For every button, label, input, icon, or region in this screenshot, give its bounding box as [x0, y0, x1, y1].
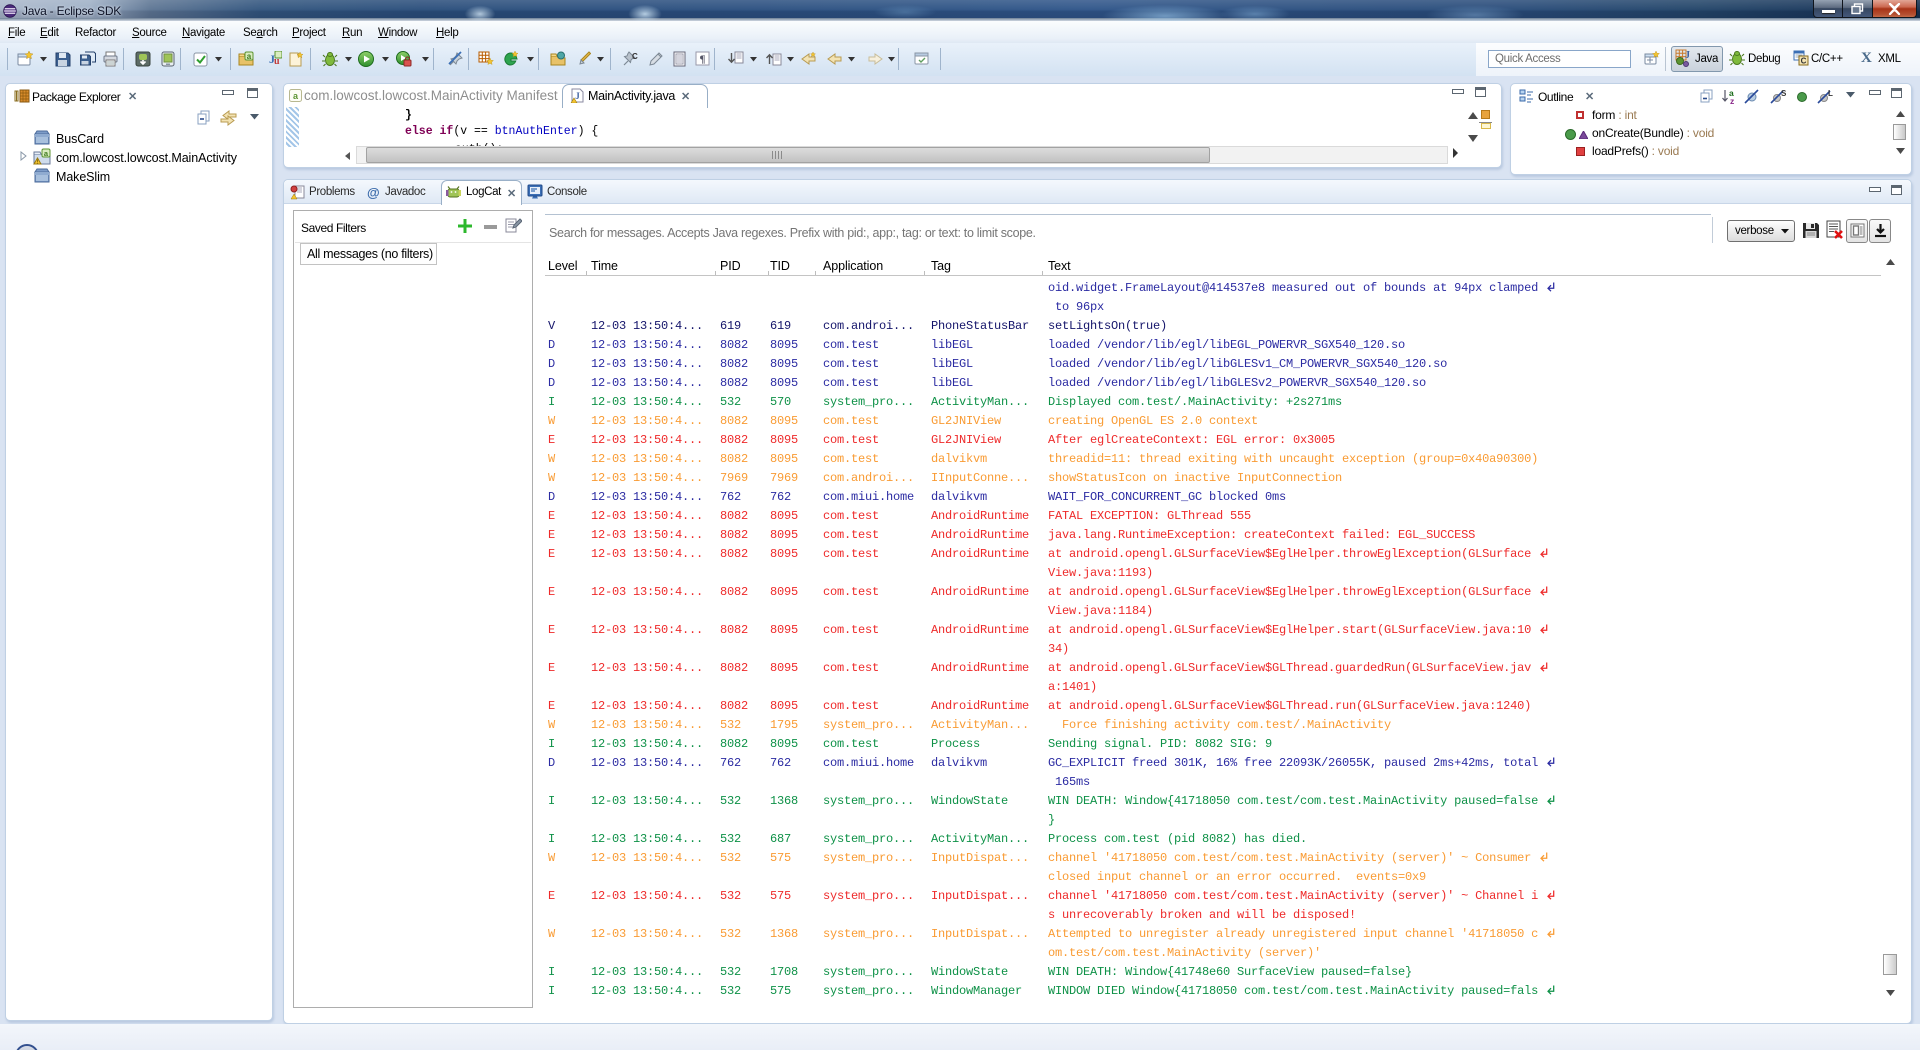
svg-text:a: a	[247, 52, 252, 61]
svg-text:J: J	[575, 91, 580, 101]
svg-text:S: S	[1781, 89, 1786, 98]
svg-text:J: J	[1685, 50, 1690, 61]
svg-text:!: !	[37, 160, 39, 166]
svg-text:C: C	[632, 52, 638, 61]
svg-text:C: C	[1801, 57, 1807, 66]
svg-text:¶: ¶	[700, 54, 706, 66]
svg-text:L: L	[1828, 89, 1833, 98]
svg-text:z: z	[1730, 96, 1734, 105]
